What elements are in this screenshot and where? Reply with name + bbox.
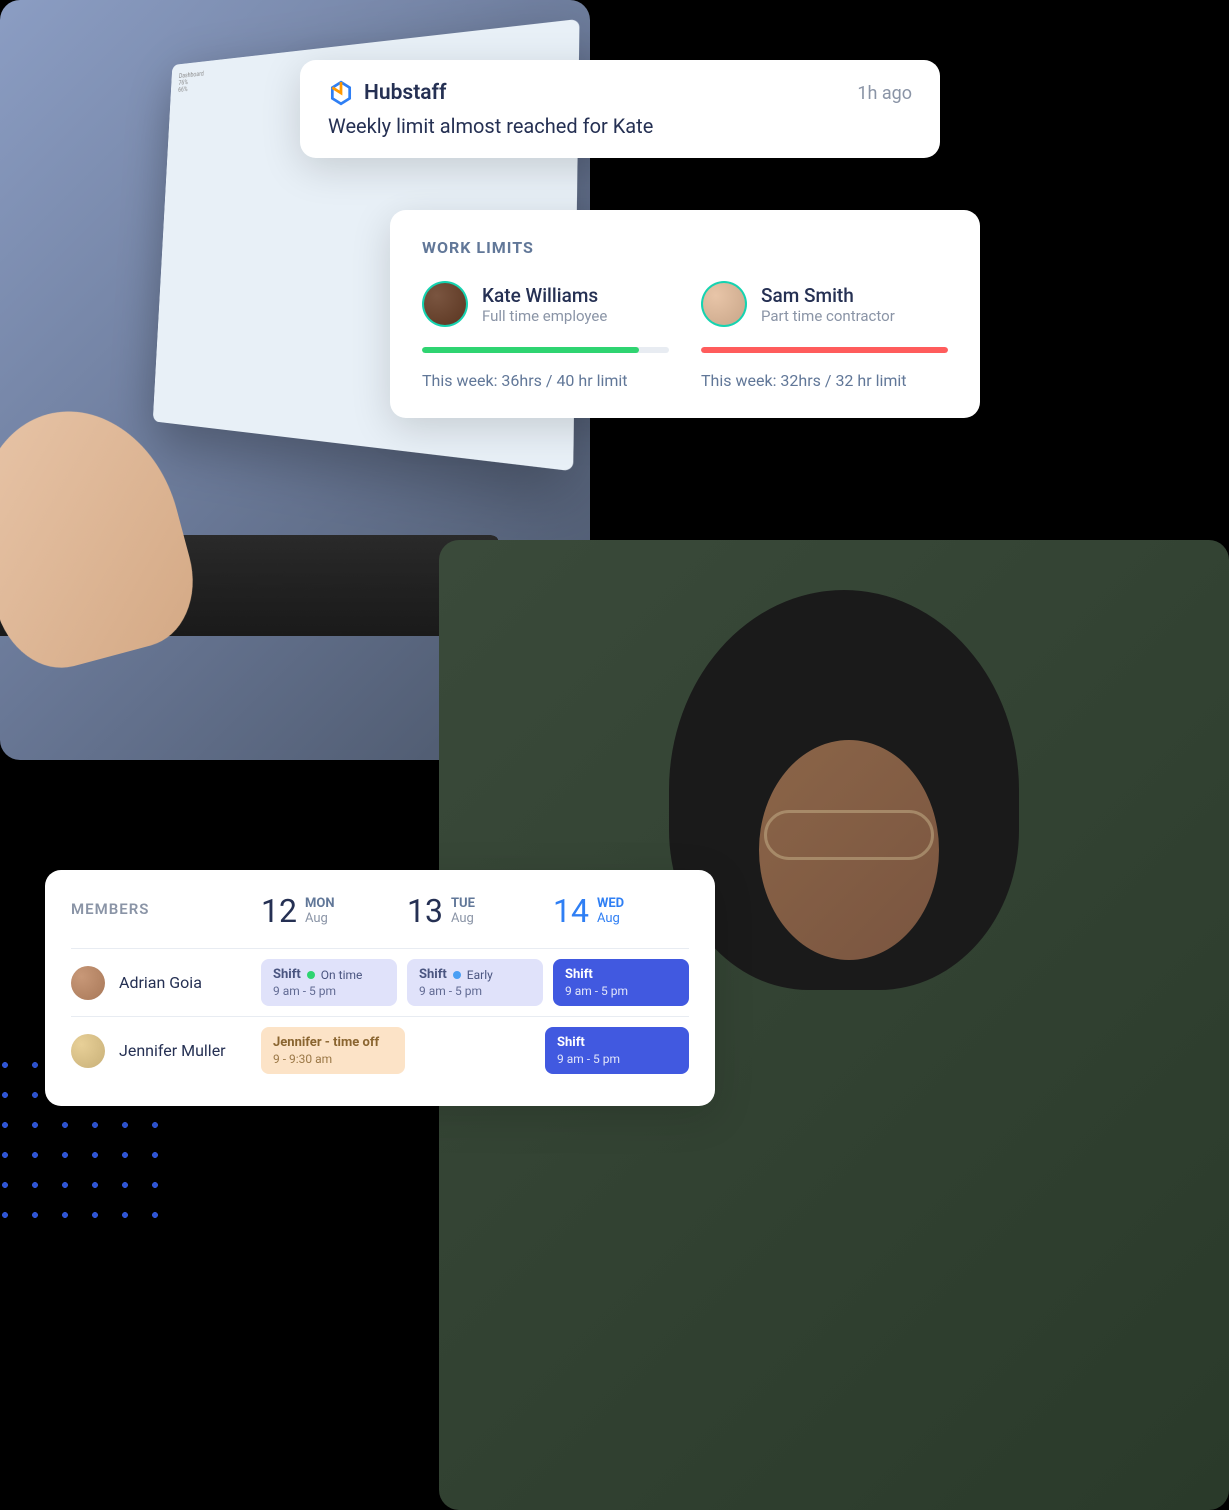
- member-name: Sam Smith: [761, 284, 895, 307]
- day-month: Aug: [305, 911, 335, 926]
- shift-time: 9 am - 5 pm: [419, 984, 531, 998]
- progress-fill: [422, 347, 639, 353]
- member-name: Adrian Goia: [119, 973, 202, 992]
- day-name: TUE: [451, 896, 475, 911]
- day-name: MON: [305, 896, 335, 911]
- day-column-mon[interactable]: 12 MON Aug: [261, 892, 397, 930]
- day-month: Aug: [597, 911, 624, 926]
- brand-name: Hubstaff: [364, 81, 446, 105]
- shift-cell[interactable]: Shift 9 am - 5 pm: [553, 959, 689, 1006]
- progress-fill: [701, 347, 948, 353]
- progress-bar: [701, 347, 948, 353]
- work-limit-item[interactable]: Sam Smith Part time contractor This week…: [701, 281, 948, 390]
- hand-on-keyboard: [0, 388, 209, 681]
- shift-cell[interactable]: Shift Early 9 am - 5 pm: [407, 959, 543, 1006]
- members-schedule-card: MEMBERS 12 MON Aug 13 TUE Aug 14 WED: [45, 870, 715, 1106]
- day-column-wed[interactable]: 14 WED Aug: [553, 892, 689, 930]
- members-title: MEMBERS: [71, 892, 261, 918]
- limit-summary: This week: 36hrs / 40 hr limit: [422, 371, 669, 390]
- avatar: [422, 281, 468, 327]
- day-name: WED: [597, 896, 624, 911]
- status-dot-icon: [453, 971, 461, 979]
- notification-timestamp: 1h ago: [857, 83, 912, 104]
- shift-cell[interactable]: Shift On time 9 am - 5 pm: [261, 959, 397, 1006]
- member-name: Jennifer Muller: [119, 1041, 226, 1060]
- avatar: [71, 1034, 105, 1068]
- shift-time: 9 am - 5 pm: [557, 1052, 677, 1066]
- shift-empty: [415, 1027, 535, 1074]
- shift-cell[interactable]: Jennifer - time off 9 - 9:30 am: [261, 1027, 405, 1074]
- brand: Hubstaff: [328, 80, 446, 106]
- work-limits-card: WORK LIMITS Kate Williams Full time empl…: [390, 210, 980, 418]
- shift-cell[interactable]: Shift 9 am - 5 pm: [545, 1027, 689, 1074]
- shift-time: 9 am - 5 pm: [565, 984, 677, 998]
- day-number: 12: [261, 892, 297, 930]
- work-limits-title: WORK LIMITS: [422, 238, 948, 257]
- day-column-tue[interactable]: 13 TUE Aug: [407, 892, 543, 930]
- limit-summary: This week: 32hrs / 32 hr limit: [701, 371, 948, 390]
- day-month: Aug: [451, 911, 475, 926]
- progress-bar: [422, 347, 669, 353]
- member-role: Part time contractor: [761, 307, 895, 325]
- avatar: [701, 281, 747, 327]
- avatar: [71, 966, 105, 1000]
- work-limit-item[interactable]: Kate Williams Full time employee This we…: [422, 281, 669, 390]
- day-number: 14: [553, 892, 589, 930]
- status-dot-icon: [307, 971, 315, 979]
- shift-time: 9 - 9:30 am: [273, 1052, 393, 1066]
- notification-card[interactable]: Hubstaff 1h ago Weekly limit almost reac…: [300, 60, 940, 158]
- member-role: Full time employee: [482, 307, 607, 325]
- member-name: Kate Williams: [482, 284, 607, 307]
- member-row: Jennifer Muller Jennifer - time off 9 - …: [71, 1016, 689, 1084]
- day-number: 13: [407, 892, 443, 930]
- notification-message: Weekly limit almost reached for Kate: [328, 114, 912, 138]
- member-row: Adrian Goia Shift On time 9 am - 5 pm Sh…: [71, 948, 689, 1016]
- hubstaff-logo-icon: [328, 80, 354, 106]
- shift-time: 9 am - 5 pm: [273, 984, 385, 998]
